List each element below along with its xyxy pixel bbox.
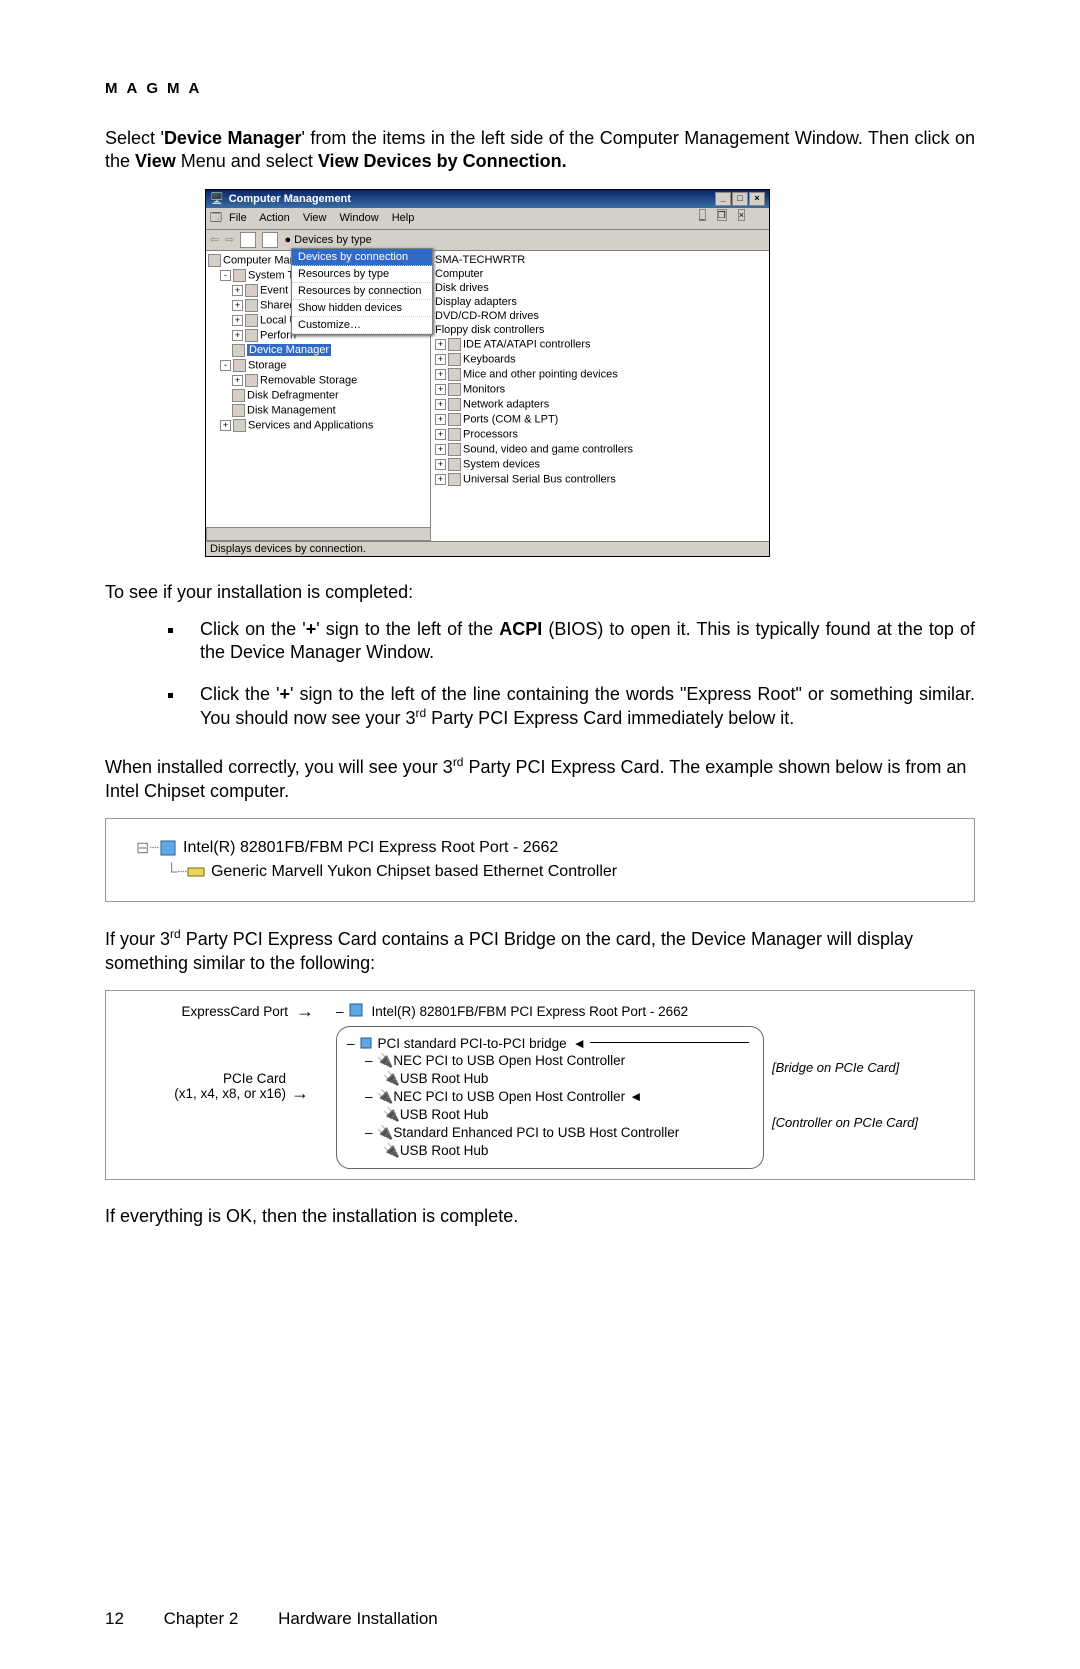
device-floppy[interactable]: Floppy disk controllers (435, 323, 765, 337)
bridge-paragraph: If your 3rd Party PCI Express Card conta… (105, 927, 975, 975)
up-icon[interactable] (240, 232, 256, 248)
device-computer-name[interactable]: SMA-TECHWRTR (435, 253, 765, 267)
intro-paragraph: Select 'Device Manager' from the items i… (105, 127, 975, 174)
d2-hub3: 🔌 USB Root Hub (347, 1142, 753, 1160)
tree-storage[interactable]: -Storage (208, 358, 428, 373)
device-system[interactable]: +System devices (435, 457, 765, 472)
device-monitors[interactable]: +Monitors (435, 382, 765, 397)
d2-nec2: –🔌 NEC PCI to USB Open Host Controller◄ (347, 1088, 753, 1106)
ethernet-icon (187, 863, 205, 881)
usb-hub-icon: 🔌 (383, 1143, 400, 1159)
back-icon[interactable]: ⇦ (210, 233, 219, 246)
usb-hub-icon: 🔌 (383, 1071, 400, 1087)
pci-port-icon (159, 839, 177, 857)
child-restore-button[interactable]: ❐ (717, 209, 727, 221)
device-dvd[interactable]: DVD/CD-ROM drives (435, 309, 765, 323)
computer-management-screenshot: 🖥️ Computer Management _ □ × 🗔 File Acti… (205, 189, 770, 557)
minimize-button[interactable]: _ (715, 192, 731, 206)
maximize-button[interactable]: □ (732, 192, 748, 206)
check-text: To see if your installation is completed… (105, 582, 975, 603)
usb-controller-icon: 🔌 (377, 1125, 394, 1141)
usb-hub-icon: 🔌 (383, 1107, 400, 1123)
d2-bridge: –PCI standard PCI-to-PCI bridge ◄ (347, 1035, 753, 1052)
anno-bridge: [Bridge on PCIe Card] (772, 1060, 964, 1075)
usb-controller-icon: 🔌 (377, 1089, 394, 1105)
d2-hub2: 🔌 USB Root Hub (347, 1106, 753, 1124)
forward-icon[interactable]: ⇨ (225, 233, 234, 246)
bullet-acpi: Click on the '+' sign to the left of the… (185, 618, 975, 665)
d2-hub1: 🔌 USB Root Hub (347, 1070, 753, 1088)
titlebar: 🖥️ Computer Management _ □ × (206, 190, 769, 208)
dropdown-customize[interactable]: Customize… (292, 317, 432, 334)
usb-controller-icon: 🔌 (377, 1053, 394, 1069)
label-expresscard-port: ExpressCard Port (116, 1004, 296, 1019)
arrow-right-icon: → (296, 1001, 336, 1022)
device-keyboards[interactable]: +Keyboards (435, 352, 765, 367)
menu-file[interactable]: File (229, 212, 247, 224)
tree-defrag[interactable]: Disk Defragmenter (208, 388, 428, 403)
radio-devices-by-type[interactable]: ● Devices by type (284, 234, 371, 246)
device-usb[interactable]: +Universal Serial Bus controllers (435, 472, 765, 487)
header-brand: MAGMA (105, 80, 975, 97)
menu-action[interactable]: Action (259, 212, 290, 224)
device-processors[interactable]: +Processors (435, 427, 765, 442)
dropdown-resources-by-type[interactable]: Resources by type (292, 266, 432, 283)
dropdown-show-hidden[interactable]: Show hidden devices (292, 300, 432, 317)
window-icon: 🗔 (210, 212, 222, 224)
anno-controller: [Controller on PCIe Card] (772, 1115, 964, 1130)
status-bar: Displays devices by connection. (206, 541, 769, 556)
device-ide[interactable]: +IDE ATA/ATAPI controllers (435, 337, 765, 352)
installed-paragraph: When installed correctly, you will see y… (105, 755, 975, 803)
page: MAGMA Select 'Device Manager' from the i… (0, 0, 1080, 1669)
chapter-label: Chapter 2 (164, 1609, 239, 1628)
close-button[interactable]: × (749, 192, 765, 206)
device-diskdrives[interactable]: Disk drives (435, 281, 765, 295)
arrow-right-icon: → (291, 1083, 309, 1104)
footer: 12 Chapter 2 Hardware Installation (105, 1609, 473, 1629)
scrollbar-h[interactable] (206, 527, 431, 541)
device-mice[interactable]: +Mice and other pointing devices (435, 367, 765, 382)
menu-window[interactable]: Window (340, 212, 379, 224)
menu-help[interactable]: Help (392, 212, 415, 224)
tree-removable[interactable]: +Removable Storage (208, 373, 428, 388)
diagram1-child: └┈ Generic Marvell Yukon Chipset based E… (126, 862, 954, 882)
diagram1-root: ⊟┈ Intel(R) 82801FB/FBM PCI Express Root… (126, 838, 954, 858)
menu-view[interactable]: View (303, 212, 327, 224)
device-ports[interactable]: +Ports (COM & LPT) (435, 412, 765, 427)
right-tree: SMA-TECHWRTR Computer Disk drives Displa… (431, 251, 769, 541)
d2-nec1: –🔌 NEC PCI to USB Open Host Controller (347, 1052, 753, 1070)
diagram-bridge-tree: ExpressCard Port → –Intel(R) 82801FB/FBM… (105, 990, 975, 1180)
d2-std: –🔌 Standard Enhanced PCI to USB Host Con… (347, 1124, 753, 1142)
tree-diskmgmt[interactable]: Disk Management (208, 403, 428, 418)
child-close-button[interactable]: × (738, 209, 745, 221)
device-network[interactable]: +Network adapters (435, 397, 765, 412)
label-pcie-card-lanes: (x1, x4, x8, or x16) (116, 1086, 286, 1101)
tree-devicemanager[interactable]: Device Manager (208, 343, 428, 358)
device-sound[interactable]: +Sound, video and game controllers (435, 442, 765, 457)
toolbar: ⇦ ⇨ ● Devices by type Devices by connect… (206, 230, 769, 251)
bridge-icon (359, 1036, 373, 1050)
page-number: 12 (105, 1609, 124, 1628)
dropdown-resources-by-connection[interactable]: Resources by connection (292, 283, 432, 300)
app-icon: 🖥️ (210, 192, 224, 205)
refresh-icon[interactable] (262, 232, 278, 248)
window-title: Computer Management (229, 193, 714, 205)
view-dropdown: Devices by connection Resources by type … (291, 248, 433, 335)
bullet-express-root: Click the '+' sign to the left of the li… (185, 683, 975, 731)
label-pcie-card: PCIe Card (116, 1071, 286, 1086)
bullet-list: Click on the '+' sign to the left of the… (145, 618, 975, 731)
final-paragraph: If everything is OK, then the installati… (105, 1205, 975, 1228)
device-display[interactable]: Display adapters (435, 295, 765, 309)
child-minimize-button[interactable]: _ (699, 209, 706, 221)
bridge-bubble: –PCI standard PCI-to-PCI bridge ◄ –🔌 NEC… (336, 1026, 764, 1169)
device-computer[interactable]: Computer (435, 267, 765, 281)
d2-root: –Intel(R) 82801FB/FBM PCI Express Root P… (336, 1001, 764, 1021)
diagram-simple-tree: ⊟┈ Intel(R) 82801FB/FBM PCI Express Root… (105, 818, 975, 902)
pci-port-icon (348, 1002, 366, 1020)
dropdown-devices-by-connection[interactable]: Devices by connection (292, 249, 432, 266)
menubar: 🗔 File Action View Window Help _ ❐ × (206, 208, 769, 230)
tree-services[interactable]: +Services and Applications (208, 418, 428, 433)
chapter-title: Hardware Installation (278, 1609, 438, 1628)
